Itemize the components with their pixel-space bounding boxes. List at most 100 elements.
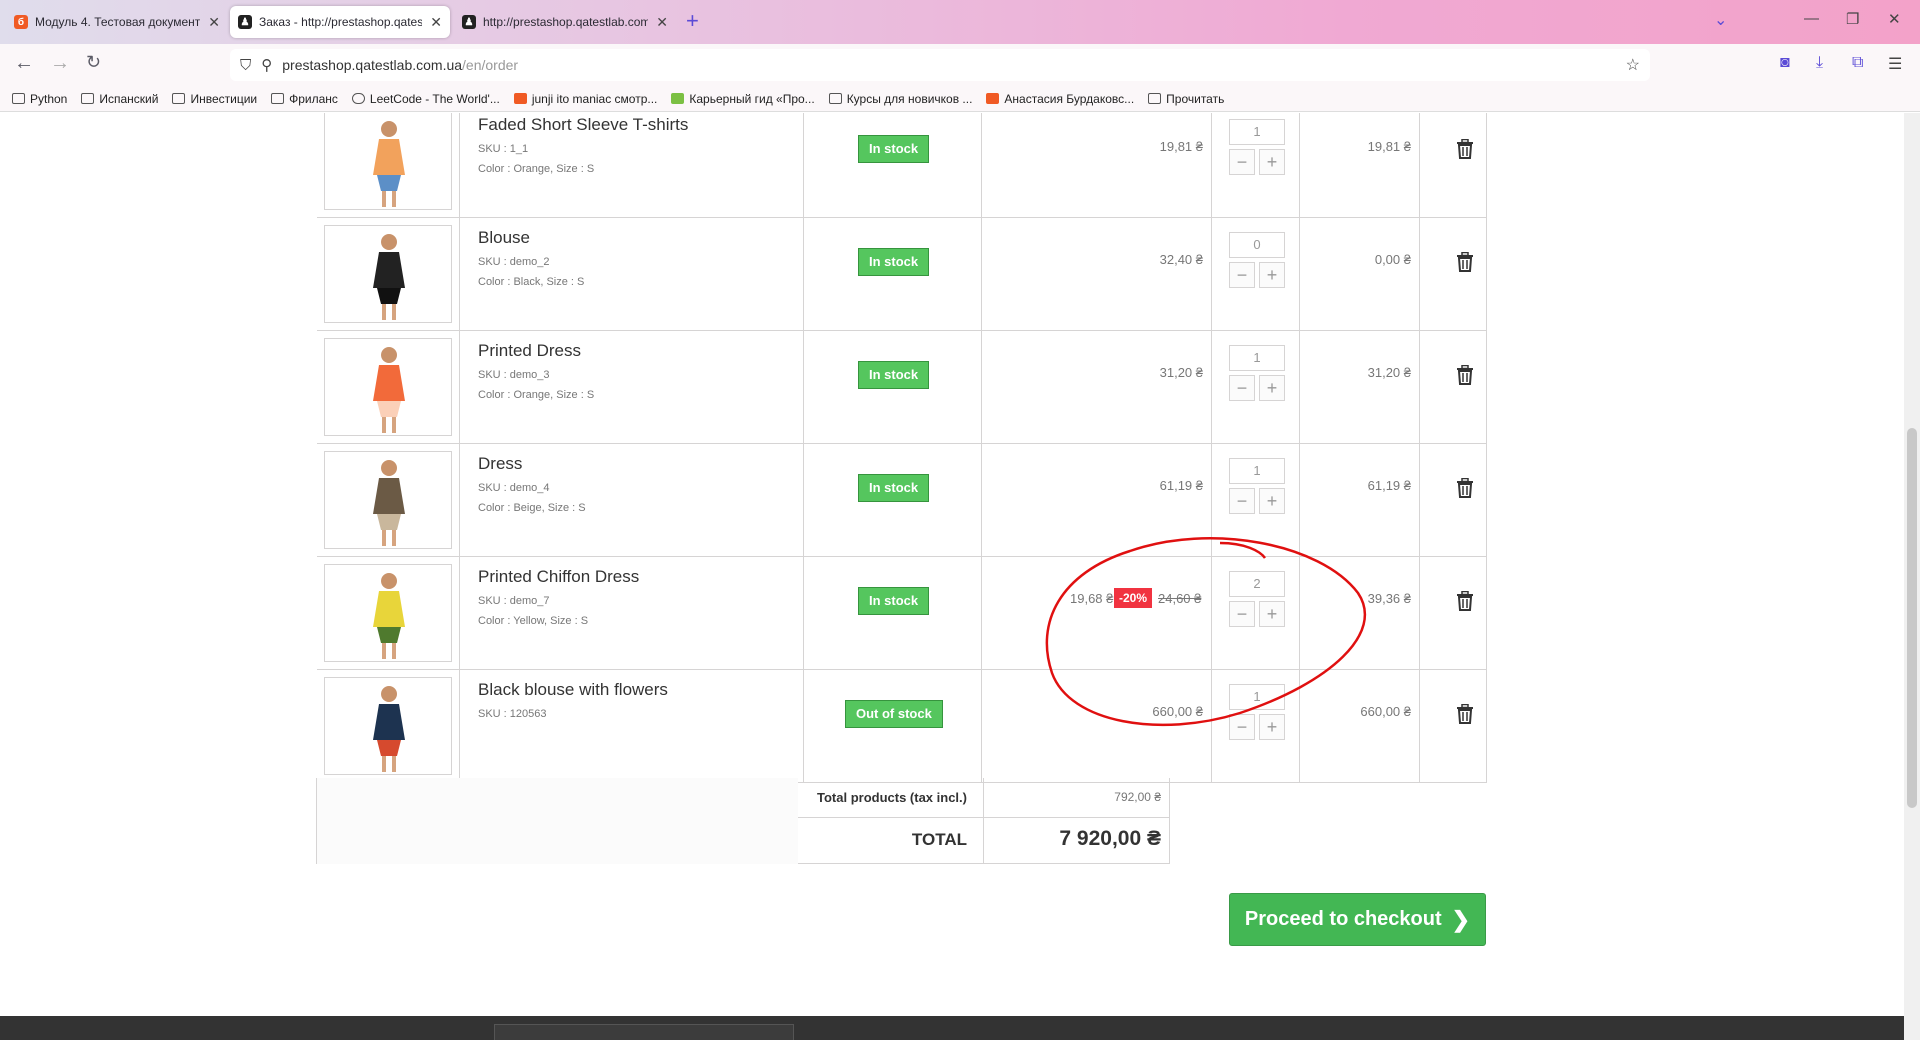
- folder-icon: [172, 93, 186, 104]
- yandex-icon: [513, 93, 527, 104]
- tab-title: http://prestashop.qatestlab.com: [483, 15, 649, 29]
- trash-icon[interactable]: [1456, 477, 1474, 504]
- product-name-link[interactable]: Printed Dress: [478, 341, 581, 361]
- product-sku: SKU : demo_2: [478, 256, 550, 268]
- product-name-link[interactable]: Printed Chiffon Dress: [478, 567, 639, 587]
- bookmark-python[interactable]: Python: [12, 92, 67, 106]
- quantity-plus-button[interactable]: +: [1259, 149, 1285, 175]
- forward-icon[interactable]: →: [50, 52, 70, 75]
- page-footer: [0, 1016, 1904, 1040]
- bookmark-star-icon[interactable]: ☆: [1626, 55, 1640, 75]
- unit-price-cell: 19,81 ₴: [982, 113, 1212, 218]
- bookmark-junji[interactable]: junji ito maniac смотр...: [513, 92, 657, 106]
- quantity-plus-button[interactable]: +: [1259, 262, 1285, 288]
- availability-cell: In stock: [804, 218, 982, 331]
- menu-icon[interactable]: ☰: [1888, 54, 1902, 74]
- scrollbar-thumb[interactable]: [1907, 428, 1917, 808]
- product-image-cell: [317, 113, 460, 218]
- product-attributes: Color : Orange, Size : S: [478, 163, 595, 175]
- trash-icon[interactable]: [1456, 703, 1474, 730]
- new-tab-icon[interactable]: +: [686, 8, 699, 34]
- extensions-icon[interactable]: ⧉: [1852, 54, 1863, 72]
- annotation-stroke: [1045, 537, 1366, 727]
- close-window-icon[interactable]: ✕: [1888, 10, 1901, 28]
- shield-icon: ⛉: [240, 56, 252, 74]
- cart-row: Blouse SKU : demo_2 Color : Black, Size …: [317, 218, 1487, 331]
- tab-prestashop[interactable]: ♟ http://prestashop.qatestlab.com ✕: [454, 6, 676, 38]
- product-thumbnail[interactable]: [324, 225, 452, 323]
- product-name-link[interactable]: Blouse: [478, 228, 530, 248]
- product-name-link[interactable]: Dress: [478, 454, 522, 474]
- delete-cell: [1420, 331, 1487, 444]
- close-tab-icon[interactable]: ✕: [656, 14, 668, 31]
- tab-order[interactable]: ♟ Заказ - http://prestashop.qates ✕: [230, 6, 450, 38]
- line-total: 19,81 ₴: [1367, 139, 1411, 154]
- yandex-icon: [986, 93, 1000, 104]
- newsletter-input[interactable]: [494, 1024, 794, 1040]
- line-total-cell: 19,81 ₴: [1300, 113, 1420, 218]
- trash-icon[interactable]: [1456, 251, 1474, 278]
- product-name-link[interactable]: Black blouse with flowers: [478, 680, 668, 700]
- quantity-input[interactable]: 1: [1229, 345, 1285, 371]
- quantity-cell: 0 − +: [1212, 218, 1300, 331]
- tab-module4[interactable]: б Модуль 4. Тестовая документа ✕: [6, 6, 228, 38]
- bookmark-freelance[interactable]: Фриланс: [271, 92, 338, 106]
- folder-icon: [271, 93, 285, 104]
- address-bar[interactable]: ⛉ ⚲ prestashop.qatestlab.com.ua /en/orde…: [230, 49, 1650, 81]
- quantity-minus-button[interactable]: −: [1229, 375, 1255, 401]
- unit-price-cell: 31,20 ₴: [982, 331, 1212, 444]
- quantity-input[interactable]: 0: [1229, 232, 1285, 258]
- bookmark-investments[interactable]: Инвестиции: [172, 92, 257, 106]
- quantity-minus-button[interactable]: −: [1229, 488, 1255, 514]
- prestashop-favicon-icon: ♟: [462, 15, 476, 29]
- product-attributes: Color : Beige, Size : S: [478, 502, 586, 514]
- page-scrollbar[interactable]: [1904, 113, 1920, 1040]
- product-thumbnail[interactable]: [324, 451, 452, 549]
- bookmark-anastasia[interactable]: Анастасия Бурдаковс...: [986, 92, 1134, 106]
- bookmark-courses[interactable]: Курсы для новичков ...: [828, 92, 972, 106]
- product-thumbnail[interactable]: [324, 677, 452, 775]
- quantity-input[interactable]: 1: [1229, 458, 1285, 484]
- page-info-icon[interactable]: ⚲: [261, 56, 272, 74]
- product-thumbnail[interactable]: [324, 338, 452, 436]
- restore-icon[interactable]: ❐: [1846, 10, 1859, 28]
- quantity-minus-button[interactable]: −: [1229, 149, 1255, 175]
- folder-icon: [12, 93, 25, 104]
- minimize-icon[interactable]: —: [1804, 10, 1819, 27]
- stock-badge: In stock: [858, 474, 930, 502]
- bookmark-spanish[interactable]: Испанский: [81, 92, 158, 106]
- trash-icon[interactable]: [1456, 138, 1474, 165]
- stock-badge: In stock: [858, 587, 930, 615]
- bookmark-career[interactable]: Карьерный гид «Про...: [671, 92, 815, 106]
- quantity-input[interactable]: 1: [1229, 119, 1285, 145]
- quantity-plus-button[interactable]: +: [1259, 488, 1285, 514]
- close-tab-icon[interactable]: ✕: [208, 14, 220, 31]
- pocket-icon[interactable]: ◙: [1780, 54, 1790, 72]
- trash-icon[interactable]: [1456, 590, 1474, 617]
- list-tabs-chevron-icon[interactable]: ⌄: [1714, 10, 1727, 30]
- product-thumbnail[interactable]: [324, 113, 452, 210]
- product-name-link[interactable]: Faded Short Sleeve T-shirts: [478, 115, 688, 135]
- proceed-to-checkout-button[interactable]: Proceed to checkout ❯: [1229, 893, 1486, 946]
- reload-icon[interactable]: ↻: [86, 52, 101, 73]
- close-tab-icon[interactable]: ✕: [430, 14, 442, 31]
- product-attributes: Color : Black, Size : S: [478, 276, 585, 288]
- url-host: prestashop.qatestlab.com.ua: [282, 57, 463, 73]
- quantity-minus-button[interactable]: −: [1229, 262, 1255, 288]
- bookmark-read-later[interactable]: Прочитать: [1148, 92, 1224, 106]
- stock-badge: In stock: [858, 248, 930, 276]
- back-icon[interactable]: ←: [14, 52, 34, 75]
- line-total: 61,19 ₴: [1367, 478, 1411, 493]
- product-model-image: [373, 686, 405, 772]
- unit-price: 19,81 ₴: [1159, 139, 1203, 154]
- total-value: 7 920,00 ₴: [1059, 827, 1161, 850]
- delete-cell: [1420, 557, 1487, 670]
- trash-icon[interactable]: [1456, 364, 1474, 391]
- quantity-plus-button[interactable]: +: [1259, 375, 1285, 401]
- product-thumbnail[interactable]: [324, 564, 452, 662]
- delete-cell: [1420, 670, 1487, 783]
- product-sku: SKU : demo_4: [478, 482, 550, 494]
- bookmark-leetcode[interactable]: LeetCode - The World'...: [351, 92, 500, 106]
- downloads-icon[interactable]: ⤓: [1816, 54, 1823, 72]
- product-sku: SKU : demo_7: [478, 595, 550, 607]
